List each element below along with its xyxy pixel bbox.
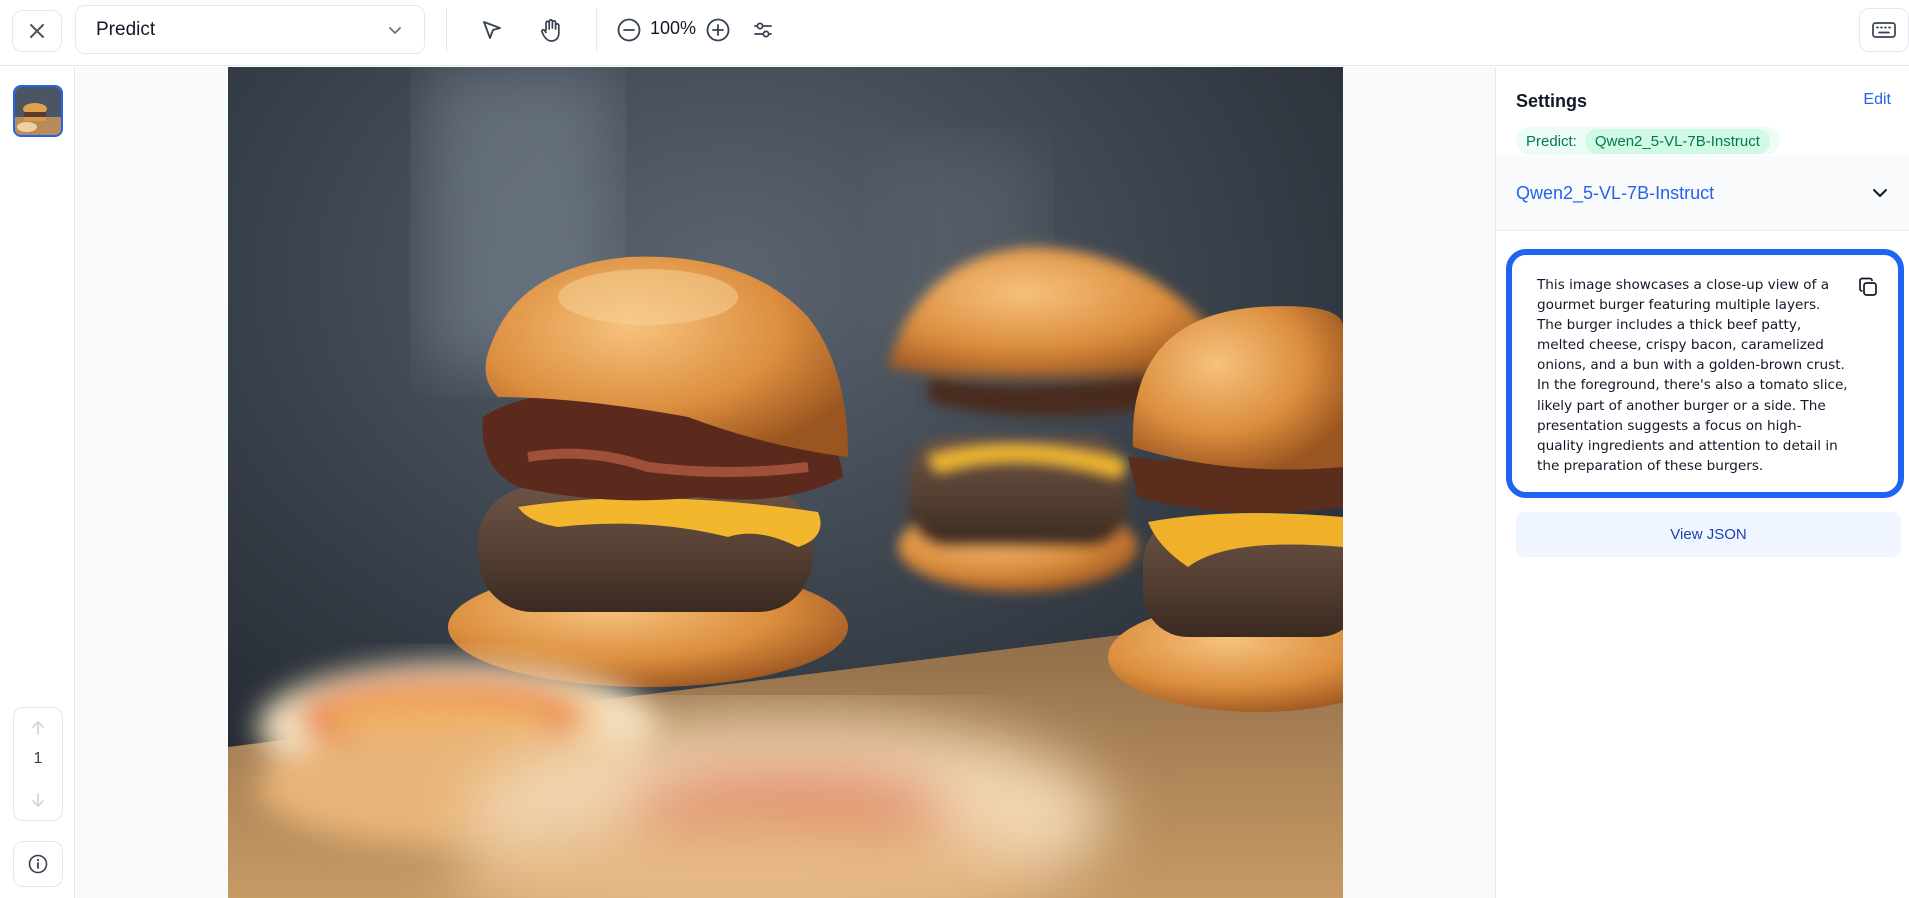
panel-title: Settings [1516, 91, 1588, 111]
close-icon [30, 24, 44, 38]
adjustments-icon [754, 22, 772, 38]
close-button[interactable] [12, 10, 62, 52]
zoom-in-icon [706, 18, 730, 42]
toolbar-divider [596, 8, 597, 52]
prediction-result-box: This image showcases a close-up view of … [1506, 249, 1904, 498]
keyboard-icon [1872, 22, 1896, 38]
select-tool-button[interactable] [473, 12, 511, 48]
left-rail: 1 [0, 67, 75, 898]
predict-label: Predict: [1526, 132, 1577, 150]
top-toolbar: Predict 100% [0, 0, 1909, 66]
predict-model-chip: Qwen2_5-VL-7B-Instruct [1584, 128, 1770, 154]
page-number: 1 [33, 750, 43, 767]
arrow-up-icon [32, 721, 44, 735]
adjustments-button[interactable] [744, 12, 782, 48]
zoom-out-button[interactable] [610, 12, 648, 48]
zoom-level: 100% [649, 18, 697, 38]
info-icon [28, 854, 48, 874]
info-button[interactable] [13, 841, 63, 887]
next-page-button[interactable] [14, 786, 62, 814]
burger-photo[interactable] [228, 67, 1343, 898]
mode-select[interactable]: Predict [75, 5, 425, 54]
prediction-text: This image showcases a close-up view of … [1537, 277, 1848, 474]
zoom-out-icon [617, 18, 641, 42]
settings-panel: Settings Edit Predict: Qwen2_5-VL-7B-Ins… [1495, 67, 1909, 898]
page-navigator: 1 [13, 707, 63, 821]
predict-tag: Predict: Qwen2_5-VL-7B-Instruct [1516, 127, 1780, 155]
view-json-button[interactable]: View JSON [1516, 512, 1901, 557]
image-thumbnail[interactable] [13, 85, 63, 137]
mode-select-value: Predict [96, 18, 156, 40]
edit-link[interactable]: Edit [1863, 91, 1891, 109]
arrow-down-icon [32, 793, 44, 807]
keyboard-shortcuts-button[interactable] [1859, 8, 1909, 52]
zoom-in-button[interactable] [699, 12, 737, 48]
chevron-down-icon [386, 21, 404, 39]
hand-icon [540, 19, 560, 42]
pan-tool-button[interactable] [532, 12, 570, 48]
previous-page-button[interactable] [14, 714, 62, 742]
model-name: Qwen2_5-VL-7B-Instruct [1516, 182, 1715, 203]
copy-icon [1859, 277, 1877, 296]
pointer-icon [483, 21, 501, 39]
toolbar-divider [446, 8, 447, 52]
copy-button[interactable] [1856, 275, 1880, 299]
image-canvas[interactable] [76, 67, 1495, 898]
chevron-down-icon [1870, 183, 1890, 203]
model-accordion-header[interactable]: Qwen2_5-VL-7B-Instruct [1496, 156, 1909, 231]
